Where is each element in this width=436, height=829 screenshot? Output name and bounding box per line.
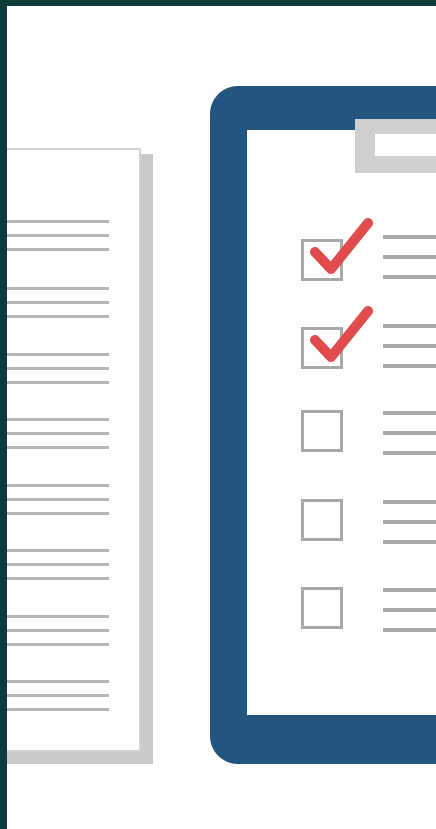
document-line — [7, 629, 109, 632]
document-line — [7, 301, 109, 304]
document-line — [7, 432, 109, 435]
document-line — [7, 234, 109, 237]
checklist-line — [383, 324, 436, 328]
document-line — [7, 694, 109, 697]
checklist-line — [383, 628, 436, 632]
checklist-line — [383, 540, 436, 544]
checklist-line — [383, 235, 436, 239]
document-line — [7, 287, 109, 290]
document-line — [7, 498, 109, 501]
checklist-line — [383, 431, 436, 435]
checkbox-icon — [301, 499, 343, 541]
checklist-line — [383, 451, 436, 455]
checklist-line — [383, 500, 436, 504]
checklist-line — [383, 255, 436, 259]
document-line — [7, 418, 109, 421]
checklist-line — [383, 588, 436, 592]
checklist-line — [383, 344, 436, 348]
document-line — [7, 220, 109, 223]
document-line — [7, 577, 109, 580]
document-line — [7, 563, 109, 566]
document-line — [7, 381, 109, 384]
checklist-line — [383, 275, 436, 279]
document-line — [7, 512, 109, 515]
illustration-canvas — [7, 6, 436, 829]
document-line — [7, 643, 109, 646]
checklist-line — [383, 520, 436, 524]
checkbox-icon — [301, 239, 343, 281]
checkbox-icon — [301, 410, 343, 452]
checklist-line — [383, 364, 436, 368]
document-line — [7, 315, 109, 318]
document-line — [7, 549, 109, 552]
document-line — [7, 367, 109, 370]
document-line — [7, 446, 109, 449]
document-line — [7, 353, 109, 356]
checklist-line — [383, 608, 436, 612]
document-line — [7, 680, 109, 683]
document-line — [7, 248, 109, 251]
checklist-line — [383, 411, 436, 415]
checkbox-icon — [301, 327, 343, 369]
document-line — [7, 615, 109, 618]
clipboard-clip-inner — [375, 134, 436, 156]
document-line — [7, 484, 109, 487]
document-line — [7, 708, 109, 711]
document-icon — [7, 148, 141, 752]
checkbox-icon — [301, 587, 343, 629]
